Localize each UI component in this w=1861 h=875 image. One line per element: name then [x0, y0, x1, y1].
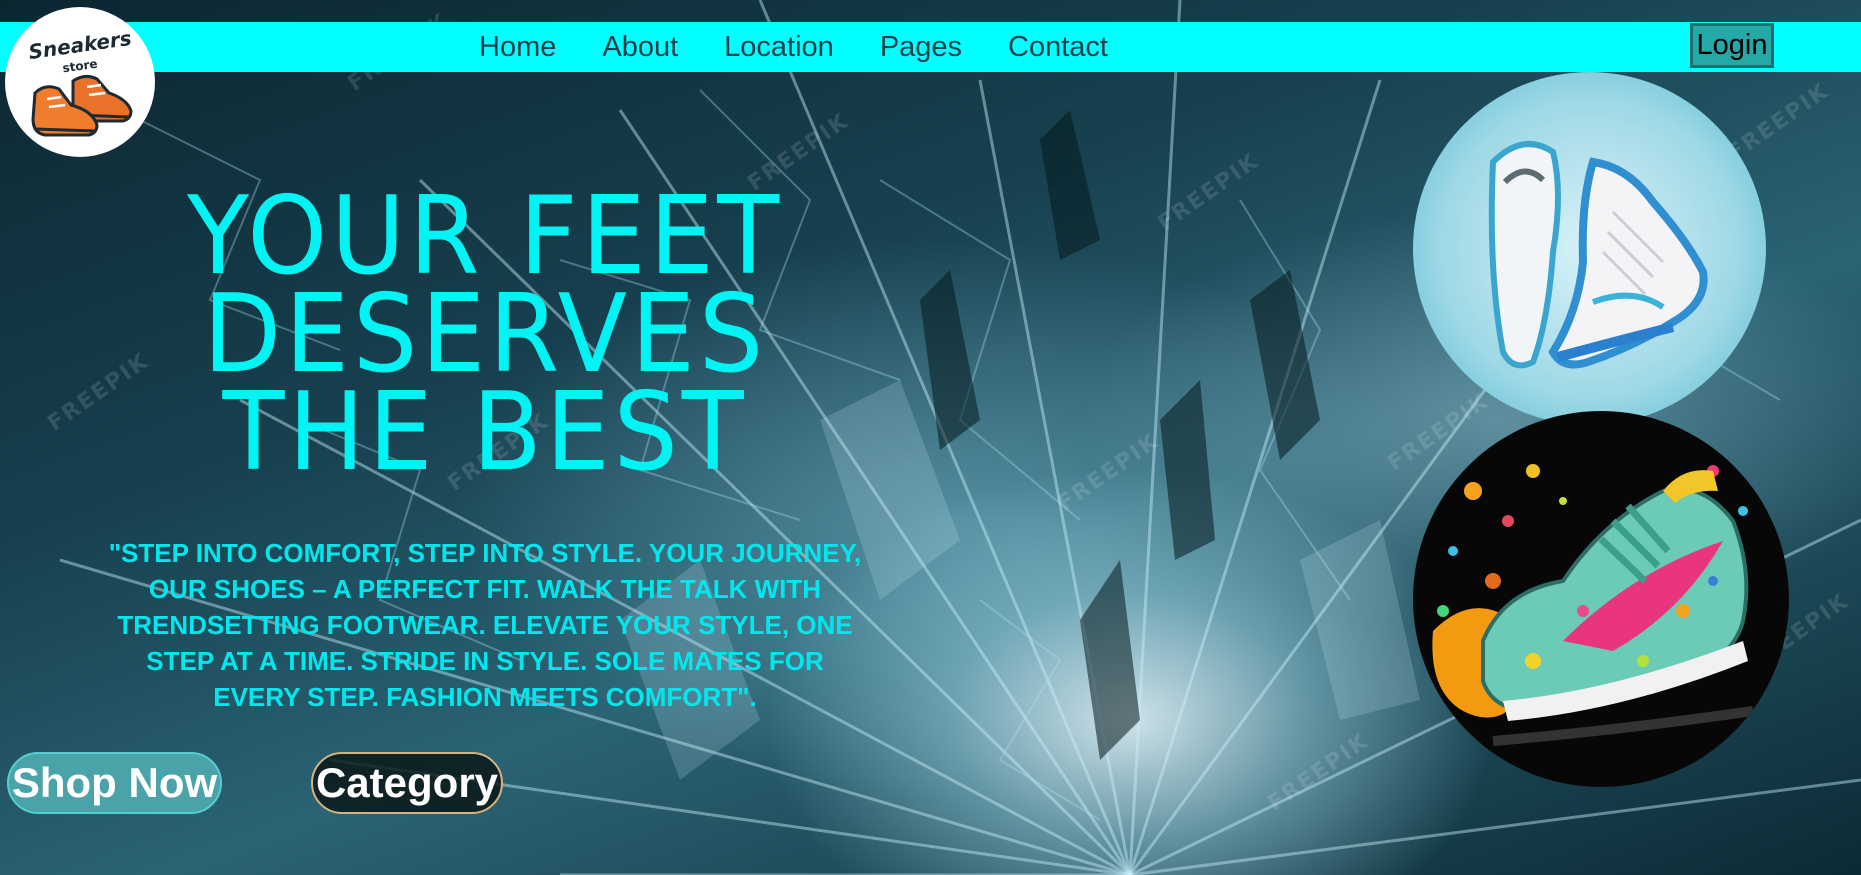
- sneaker-logo-icon: [31, 74, 133, 137]
- login-button[interactable]: Login: [1690, 23, 1774, 68]
- headline-line-3: THE BEST: [222, 370, 748, 495]
- sneakers-store-logo[interactable]: Sneakers store: [5, 7, 155, 157]
- white-blue-sneaker-icon: [1413, 72, 1766, 425]
- hero-tagline: "STEP INTO COMFORT, STEP INTO STYLE. YOU…: [20, 535, 950, 715]
- hero-headline: YOUR FEET DESERVES THE BEST: [123, 183, 847, 495]
- tagline-line-2: OUR SHOES – A PERFECT FIT. WALK THE TALK…: [148, 574, 822, 604]
- shop-now-button[interactable]: Shop Now: [7, 752, 222, 814]
- nav-link-about[interactable]: About: [602, 31, 678, 64]
- nav-link-location[interactable]: Location: [724, 31, 834, 64]
- colorful-splash-sneaker-icon: [1413, 411, 1789, 787]
- tagline-line-3: TRENDSETTING FOOTWEAR. ELEVATE YOUR STYL…: [117, 610, 853, 640]
- nav-link-pages[interactable]: Pages: [880, 31, 962, 64]
- tagline-line-4: STEP AT A TIME. STRIDE IN STYLE. SOLE MA…: [146, 646, 824, 676]
- tagline-line-5: EVERY STEP. FASHION MEETS COMFORT".: [213, 682, 757, 712]
- tagline-line-1: "STEP INTO COMFORT, STEP INTO STYLE. YOU…: [108, 538, 862, 568]
- main-nav: Home About Location Pages Contact: [479, 22, 1108, 72]
- category-button[interactable]: Category: [311, 752, 503, 814]
- product-image-colorful-sneaker[interactable]: [1413, 411, 1789, 787]
- page: FREEPIK FREEPIK FREEPIK FREEPIK FREEPIK …: [0, 0, 1861, 875]
- product-image-white-blue-sneaker[interactable]: [1413, 72, 1766, 425]
- nav-link-contact[interactable]: Contact: [1008, 31, 1108, 64]
- nav-link-home[interactable]: Home: [479, 31, 556, 64]
